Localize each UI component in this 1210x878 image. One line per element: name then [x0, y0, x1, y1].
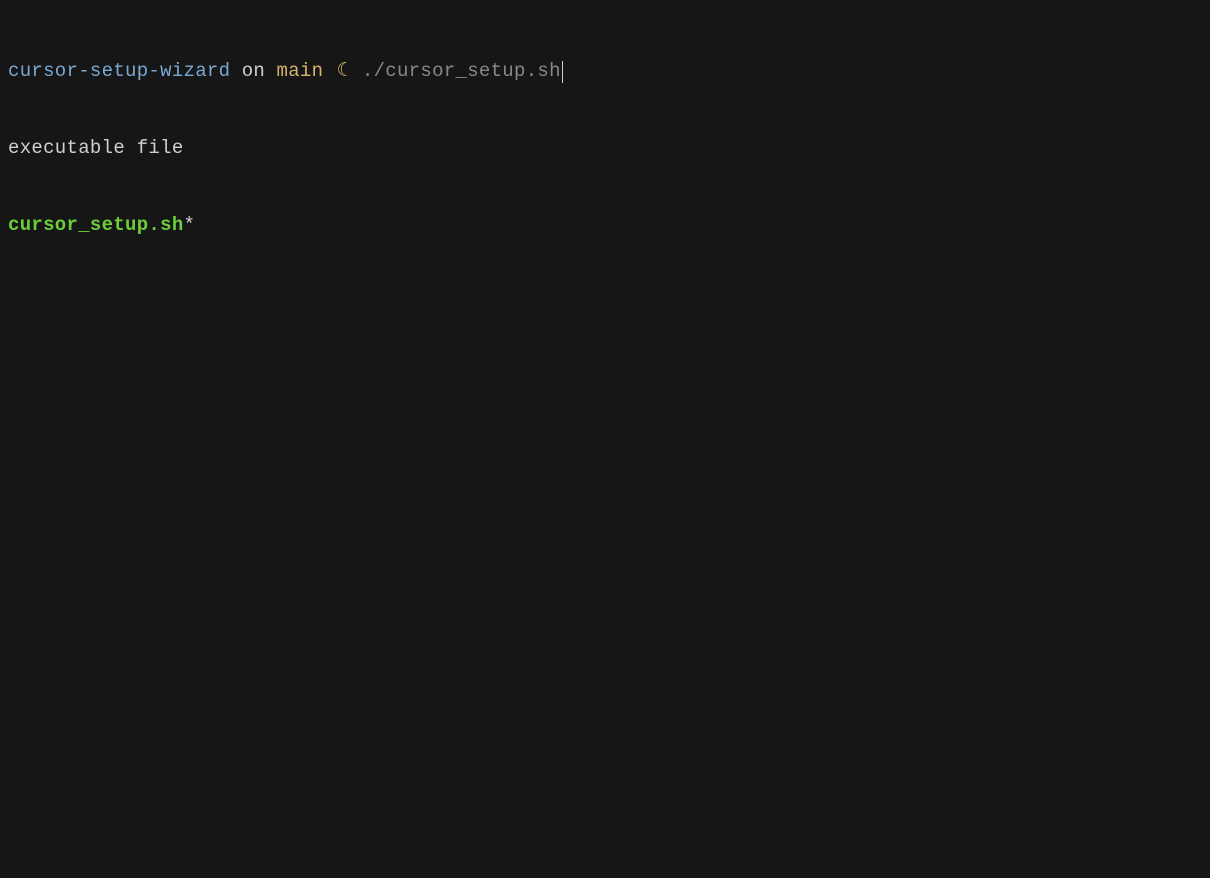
prompt-line: cursor-setup-wizard onmain ☾ ./cursor_setup…: [8, 59, 1202, 85]
current-directory: cursor-setup-wizard: [8, 59, 230, 85]
git-branch: main: [277, 59, 324, 85]
executable-marker: *: [184, 213, 196, 239]
completion-suggestion: cursor_setup.sh*: [8, 213, 1202, 239]
completion-filename[interactable]: cursor_setup.sh: [8, 213, 184, 239]
terminal-window[interactable]: cursor-setup-wizard onmain ☾ ./cursor_setup…: [8, 8, 1202, 264]
file-type-info: executable file: [8, 136, 1202, 162]
moon-icon: ☾: [337, 59, 349, 85]
typed-command[interactable]: ./cursor_setup.sh: [362, 59, 561, 85]
prompt-separator: on: [242, 59, 265, 85]
text-cursor: [562, 61, 563, 83]
